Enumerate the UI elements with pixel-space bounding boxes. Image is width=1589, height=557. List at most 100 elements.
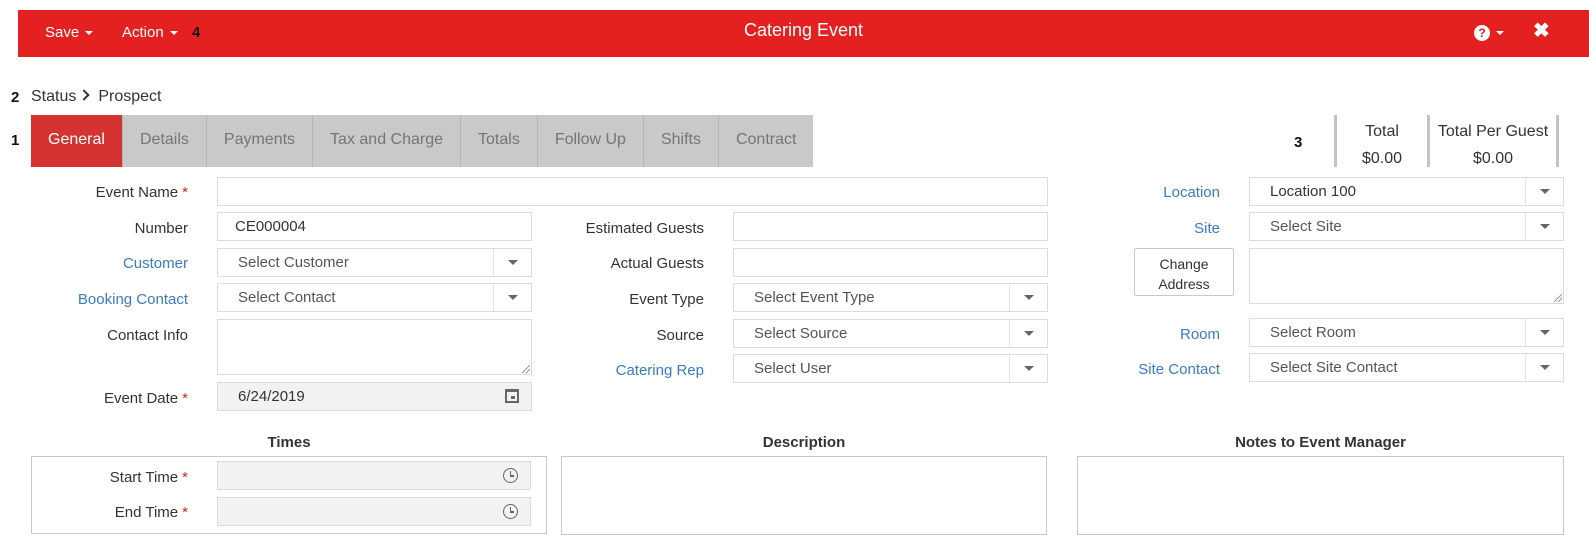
event-date-label-text: Event Date (103, 390, 179, 407)
location-select[interactable]: Location 100 (1249, 177, 1564, 206)
location-value: Location 100 (1270, 183, 1356, 200)
chevron-down-icon (1525, 213, 1563, 240)
tab-details[interactable]: Details (123, 115, 207, 167)
question-circle-icon: ? (1474, 25, 1490, 42)
end-time-label: End Time * (115, 504, 188, 521)
chevron-right-icon (78, 89, 91, 101)
required-mark: * (182, 504, 188, 521)
chevron-down-icon (1009, 355, 1047, 382)
total-summary: Total $0.00 (1337, 115, 1427, 167)
room-placeholder: Select Room (1270, 324, 1356, 341)
contact-info-textarea[interactable] (217, 319, 532, 375)
customer-select[interactable]: Select Customer (217, 248, 532, 277)
booking-contact-select[interactable]: Select Contact (217, 283, 532, 312)
chevron-down-icon (493, 284, 531, 311)
room-label-link[interactable]: Room (1180, 326, 1220, 343)
total-per-guest-value: $0.00 (1472, 150, 1514, 167)
resize-grip-icon[interactable] (522, 365, 530, 373)
change-address-button[interactable]: Change Address (1134, 248, 1234, 296)
tab-contract[interactable]: Contract (718, 115, 814, 167)
clock-icon[interactable] (503, 468, 518, 483)
description-heading: Description (762, 434, 846, 451)
source-select[interactable]: Select Source (733, 319, 1048, 348)
times-heading: Times (267, 434, 311, 451)
help-menu-button[interactable]: ? (1474, 10, 1504, 57)
chevron-down-icon (1009, 284, 1047, 311)
annotation-marker-1: 1 (11, 132, 20, 149)
end-time-label-text: End Time (114, 504, 179, 521)
end-time-input[interactable] (217, 497, 531, 526)
tab-general[interactable]: General (31, 115, 123, 167)
customer-placeholder: Select Customer (238, 254, 349, 271)
page-title: Catering Event (743, 20, 864, 40)
tab-shifts[interactable]: Shifts (643, 115, 719, 167)
site-placeholder: Select Site (1270, 218, 1342, 235)
site-label-link[interactable]: Site (1194, 220, 1220, 237)
close-icon[interactable]: ✖ (1533, 10, 1550, 57)
site-contact-label-link[interactable]: Site Contact (1138, 361, 1220, 378)
chevron-down-icon (1525, 178, 1563, 205)
site-contact-placeholder: Select Site Contact (1270, 359, 1398, 376)
tab-totals[interactable]: Totals (461, 115, 538, 167)
tab-payments[interactable]: Payments (206, 115, 314, 167)
start-time-label: Start Time * (110, 469, 188, 486)
required-mark: * (182, 390, 188, 407)
room-select[interactable]: Select Room (1249, 318, 1564, 347)
calendar-icon[interactable] (505, 389, 519, 403)
event-type-select[interactable]: Select Event Type (733, 283, 1048, 312)
chevron-down-icon (1525, 354, 1563, 381)
contact-info-label: Contact Info (107, 327, 188, 344)
event-name-input[interactable] (217, 177, 1048, 206)
top-bar: Save Action 4 Catering Event ? ✖ (18, 10, 1589, 57)
address-textarea[interactable] (1249, 248, 1564, 304)
number-label: Number (134, 220, 188, 237)
resize-grip-icon[interactable] (1554, 294, 1562, 302)
event-name-label-text: Event Name (95, 184, 179, 201)
site-select[interactable]: Select Site (1249, 212, 1564, 241)
booking-contact-placeholder: Select Contact (238, 289, 336, 306)
estimated-guests-input[interactable] (733, 212, 1048, 241)
total-label: Total (1365, 123, 1399, 140)
required-mark: * (182, 469, 188, 486)
event-type-label: Event Type (629, 291, 704, 308)
tab-bar: General Details Payments Tax and Charge … (31, 115, 814, 167)
total-per-guest-summary: Total Per Guest $0.00 (1430, 115, 1556, 167)
chevron-down-icon (1009, 320, 1047, 347)
start-time-label-text: Start Time (109, 469, 179, 486)
actual-guests-input[interactable] (733, 248, 1048, 277)
actual-guests-label: Actual Guests (610, 255, 704, 272)
notes-heading: Notes to Event Manager (1235, 434, 1406, 451)
event-date-input[interactable]: 6/24/2019 (217, 382, 532, 411)
notes-textarea[interactable] (1077, 456, 1564, 535)
location-label-link[interactable]: Location (1163, 184, 1220, 201)
event-date-label: Event Date * (104, 390, 188, 407)
source-placeholder: Select Source (754, 325, 848, 342)
divider (1556, 115, 1559, 167)
annotation-marker-3: 3 (1294, 134, 1303, 151)
status-breadcrumb: Status Prospect (31, 88, 162, 108)
booking-contact-label-link[interactable]: Booking Contact (78, 291, 188, 308)
required-mark: * (182, 184, 188, 201)
total-per-guest-label: Total Per Guest (1437, 123, 1549, 140)
event-date-value: 6/24/2019 (238, 388, 305, 405)
breadcrumb-root[interactable]: Status (31, 88, 76, 105)
start-time-input[interactable] (217, 461, 531, 490)
chevron-down-icon (493, 249, 531, 276)
change-address-line2: Address (1158, 276, 1210, 292)
event-type-placeholder: Select Event Type (754, 289, 875, 306)
source-label: Source (656, 327, 704, 344)
caret-down-icon (1496, 31, 1504, 36)
tab-tax-and-charge[interactable]: Tax and Charge (313, 115, 462, 167)
breadcrumb-current: Prospect (98, 88, 162, 105)
site-contact-select[interactable]: Select Site Contact (1249, 353, 1564, 382)
description-textarea[interactable] (561, 456, 1047, 535)
catering-rep-select[interactable]: Select User (733, 354, 1048, 383)
catering-rep-label-link[interactable]: Catering Rep (616, 362, 704, 379)
clock-icon[interactable] (503, 504, 518, 519)
total-value: $0.00 (1361, 150, 1403, 167)
customer-label-link[interactable]: Customer (123, 255, 188, 272)
change-address-line1: Change (1159, 256, 1209, 272)
event-name-label: Event Name * (96, 184, 188, 201)
number-input[interactable]: CE000004 (217, 212, 532, 241)
tab-follow-up[interactable]: Follow Up (537, 115, 644, 167)
